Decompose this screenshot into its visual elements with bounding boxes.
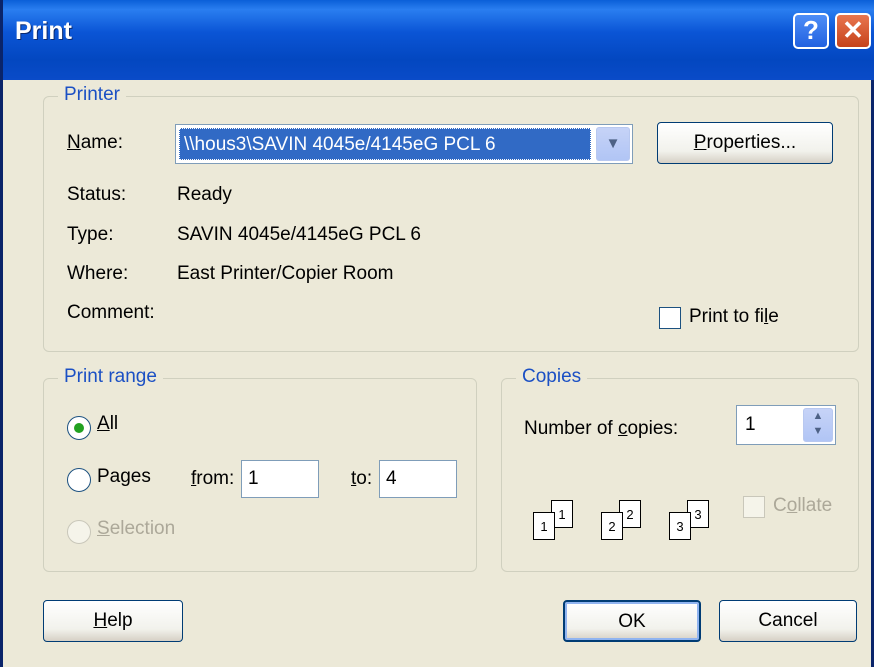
collate-page: 1 (533, 512, 555, 540)
copies-spinner[interactable]: 1 ▲ ▼ (736, 405, 836, 445)
status-label: Status: (67, 184, 127, 205)
type-value: SAVIN 4045e/4145eG PCL 6 (177, 224, 421, 245)
print-to-file-checkbox[interactable] (659, 307, 681, 329)
collate-page: 3 (669, 512, 691, 540)
selection-label[interactable]: Selection (97, 518, 175, 540)
copies-group-title: Copies (516, 366, 588, 388)
where-label: Where: (67, 263, 129, 284)
from-input[interactable]: 1 (241, 460, 319, 498)
title-bar[interactable]: Print ? ✕ (3, 0, 874, 80)
spinner-arrows-icon[interactable]: ▲ ▼ (803, 408, 833, 442)
all-label[interactable]: All (97, 413, 118, 435)
cancel-button[interactable]: Cancel (719, 600, 857, 642)
all-radio[interactable] (67, 416, 91, 440)
title-close-button[interactable]: ✕ (835, 13, 871, 49)
type-label: Type: (67, 224, 114, 245)
where-value: East Printer/Copier Room (177, 263, 394, 284)
status-value: Ready (177, 184, 232, 205)
number-of-copies-label: Number of copies: (524, 418, 679, 439)
printer-name-combobox[interactable]: \\hous3\SAVIN 4045e/4145eG PCL 6 ▼ (175, 124, 633, 164)
print-dialog: Print ? ✕ Printer Name: \\hous3\SAVIN 40… (0, 0, 874, 667)
printer-name-value: \\hous3\SAVIN 4045e/4145eG PCL 6 (179, 128, 591, 160)
print-range-group-title: Print range (58, 366, 163, 388)
title-help-button[interactable]: ? (793, 13, 829, 49)
comment-label: Comment: (67, 302, 155, 323)
print-to-file-label[interactable]: Print to file (689, 306, 779, 328)
to-input[interactable]: 4 (379, 460, 457, 498)
properties-button[interactable]: Properties... (657, 122, 833, 164)
copies-value: 1 (745, 414, 756, 435)
pages-label[interactable]: Pages (97, 466, 151, 488)
collate-page: 2 (601, 512, 623, 540)
window-title: Print (15, 17, 72, 45)
collate-label[interactable]: Collate (773, 495, 832, 517)
printer-group-title: Printer (58, 84, 126, 106)
chevron-down-icon[interactable]: ▼ (596, 127, 630, 161)
from-label: from: (191, 468, 235, 489)
ok-button[interactable]: OK (563, 600, 701, 642)
collate-checkbox[interactable] (743, 496, 765, 518)
selection-radio[interactable] (67, 520, 91, 544)
help-button[interactable]: Help (43, 600, 183, 642)
pages-radio[interactable] (67, 468, 91, 492)
name-label: Name: (67, 132, 123, 153)
to-label: to: (351, 468, 373, 489)
